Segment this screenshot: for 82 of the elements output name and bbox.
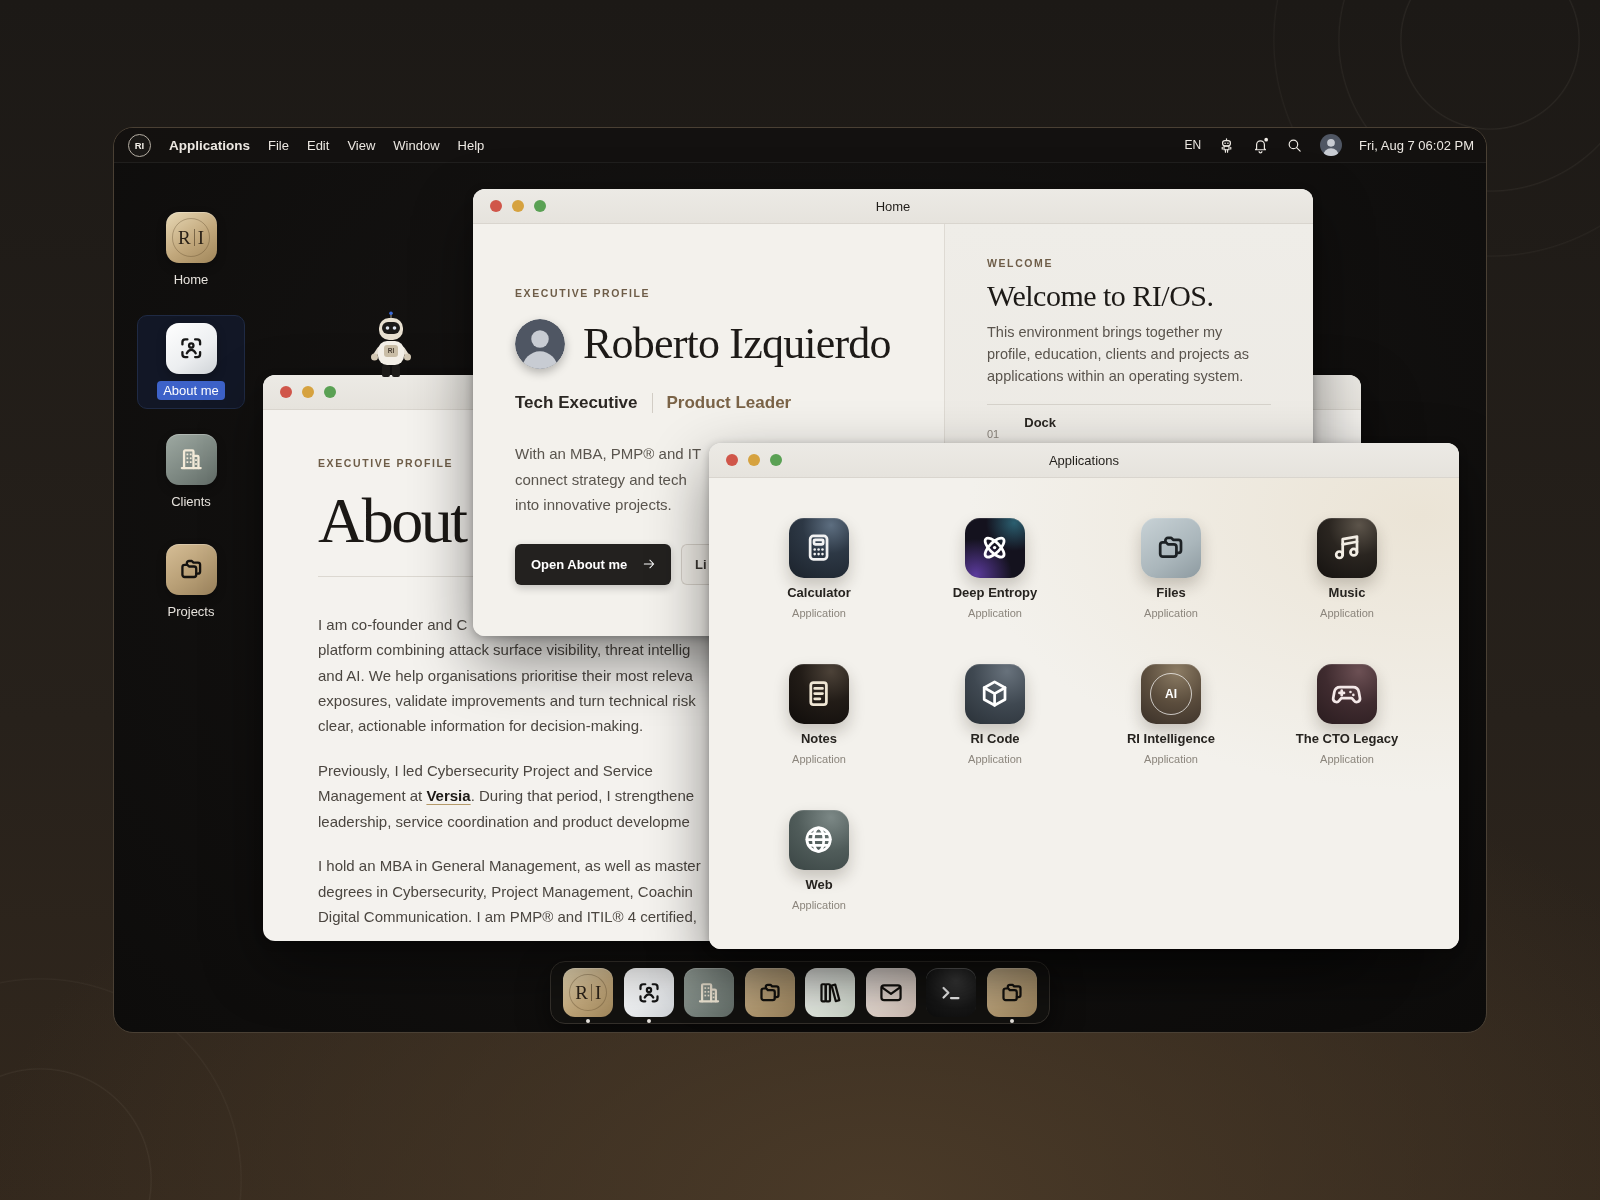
window-title: Applications: [1048, 452, 1120, 468]
books-icon[interactable]: [805, 968, 856, 1018]
arrow-right-icon: [642, 557, 656, 571]
app-type-label: Application: [1144, 606, 1198, 620]
window-title: Home: [875, 198, 911, 214]
secondary-button[interactable]: Li: [681, 543, 709, 585]
app-type-label: Application: [792, 898, 846, 912]
page-heading: About: [318, 489, 466, 553]
app-type-label: Application: [1144, 752, 1198, 766]
menu-item[interactable]: File: [268, 137, 289, 153]
app-type-label: Application: [968, 606, 1022, 620]
calculator-icon[interactable]: [789, 518, 849, 578]
face-scan-icon: [165, 323, 217, 374]
app-name: RI Code: [970, 731, 1020, 747]
menu-item[interactable]: Help: [457, 137, 485, 153]
document-icon[interactable]: [789, 664, 849, 724]
app-type-label: Application: [792, 606, 846, 620]
primary-button[interactable]: Open About me: [515, 543, 671, 585]
body-paragraph: Previously, I led Cybersecurity Project and Service Management at Versia. During that period, I strengthene leadership, service coordination and product developme: [318, 761, 695, 832]
menu-item[interactable]: Window: [393, 137, 440, 153]
notification-bell-icon[interactable]: [1252, 136, 1270, 154]
body-paragraph: I am co-founder and C platform combining attack surface visibility, threat intellig and AI. We help organisations prioritise their most releva exposures, validate improvements and turn technical risk clear, actionable information for decision-making.: [318, 615, 696, 737]
app-name: RI Intelligence: [1126, 731, 1216, 747]
folders-icon[interactable]: [744, 968, 795, 1018]
close-button[interactable]: [280, 386, 292, 398]
section-eyebrow: EXECUTIVE PROFILE: [515, 287, 651, 299]
menu-item[interactable]: Edit: [306, 137, 330, 153]
logo-menu-button[interactable]: RI: [128, 133, 151, 157]
section-eyebrow: EXECUTIVE PROFILE: [318, 457, 454, 469]
profile-name: Roberto Izquierdo: [583, 319, 891, 369]
ai-logo[interactable]: AI: [1141, 664, 1201, 724]
app-name: Calculator: [787, 585, 851, 601]
intro-paragraph: With an MBA, PMP® and IT connect strategy and tech into innovative projects.: [515, 444, 702, 515]
app-type-label: Application: [968, 752, 1022, 766]
app-menu[interactable]: Applications: [169, 137, 250, 153]
building-icon: [165, 434, 217, 485]
close-button[interactable]: [490, 200, 502, 212]
welcome-heading: Welcome to RI/OS.: [987, 278, 1214, 314]
step-title: Dock: [1024, 415, 1057, 431]
company-link[interactable]: Versia: [426, 787, 471, 805]
building-icon[interactable]: [684, 968, 735, 1018]
monogram-logo: R I: [165, 212, 217, 263]
maximize-button[interactable]: [770, 454, 782, 466]
language-indicator[interactable]: EN: [1184, 138, 1202, 152]
maximize-button[interactable]: [534, 200, 546, 212]
envelope-icon[interactable]: [865, 968, 916, 1018]
app-type-label: Application: [1320, 752, 1374, 766]
globe-icon[interactable]: [789, 810, 849, 870]
desktop-shortcut[interactable]: About me: [137, 315, 245, 409]
atom-icon[interactable]: [965, 518, 1025, 578]
body-paragraph: I hold an MBA in General Management, as well as master degrees in Cybersecurity, Project Management, Coachin Digital Communication. I am PMP® and ITIL® 4 certified,: [318, 856, 701, 927]
menu-item[interactable]: View: [347, 137, 376, 153]
terminal-icon[interactable]: [926, 968, 977, 1018]
avatar-icon[interactable]: [1320, 134, 1343, 156]
app-name: Files: [1156, 585, 1186, 601]
face-scan-icon[interactable]: [623, 968, 674, 1018]
cube-icon[interactable]: [965, 664, 1025, 724]
folders-icon[interactable]: [986, 968, 1037, 1018]
clock-text[interactable]: Fri, Aug 7 06:02 PM: [1359, 137, 1474, 153]
gamepad-icon[interactable]: [1317, 664, 1377, 724]
section-eyebrow: WELCOME: [987, 257, 1054, 269]
app-name: Web: [805, 877, 833, 893]
app-name: Notes: [800, 731, 838, 747]
monogram-logo[interactable]: R I: [563, 968, 614, 1018]
app-name: Music: [1328, 585, 1366, 601]
close-button[interactable]: [726, 454, 738, 466]
app-name: Deep Entropy: [952, 585, 1038, 601]
avatar-icon: [515, 319, 565, 369]
desktop-shortcut[interactable]: R I Home: [165, 212, 217, 289]
folders-icon[interactable]: [1141, 518, 1201, 578]
role-label: Tech Executive: [515, 392, 638, 414]
app-type-label: Application: [792, 752, 846, 766]
music-note-icon[interactable]: [1317, 518, 1377, 578]
app-type-label: Application: [1320, 606, 1374, 620]
desktop-shortcut[interactable]: Projects: [161, 544, 221, 621]
folders-icon: [165, 544, 217, 595]
step-number: 01: [987, 428, 1000, 440]
app-name: The CTO Legacy: [1295, 731, 1399, 747]
role-label: Product Leader: [666, 392, 792, 414]
welcome-text: This environment brings together my profile, education, clients and projects as applications within an operating system.: [987, 323, 1250, 386]
maximize-button[interactable]: [324, 386, 336, 398]
desktop-shortcut[interactable]: Clients: [165, 434, 217, 511]
